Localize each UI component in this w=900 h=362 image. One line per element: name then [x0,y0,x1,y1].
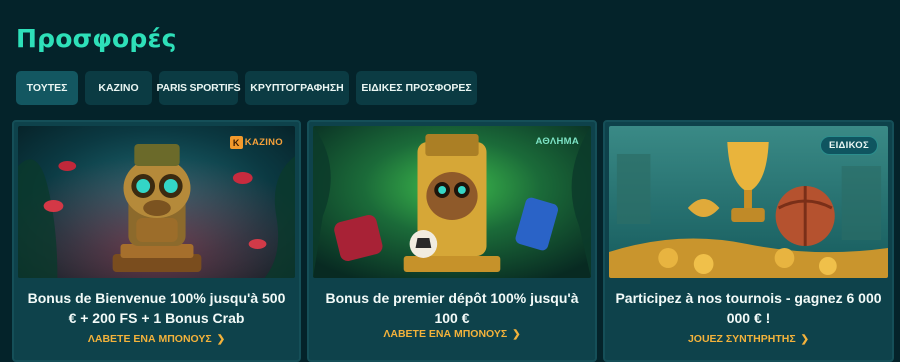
offer-title: Bonus de Bienvenue 100% jusqu'à 500 € + … [27,290,286,326]
tab-special-offers[interactable]: ΕΙΔΙΚΕΣ ΠΡΟΣΦΟΡΕΣ [356,71,477,105]
chevron-right-icon: ❯ [800,333,810,345]
play-tournament-link[interactable]: JOUEZ ΣΥΝΤΗΡΗΤΗΣ ❯ [605,329,892,349]
chevron-right-icon: ❯ [512,328,521,340]
chevron-right-icon: ❯ [216,333,226,345]
category-badge: K ΚΑΖΙΝΟ [229,136,283,149]
tab-crypto[interactable]: ΚΡΥΠΤΟΓΡΑΦΗΣΗ [245,71,349,105]
tab-casino[interactable]: ΚΑΖΙΝΟ [85,71,152,105]
promo-category-tabs: ΤΟΥΤΕΣ ΚΑΖΙΝΟ PARIS SPORTIFS ΚΡΥΠΤΟΓΡΑΦΗ… [16,71,477,105]
promo-card-casino[interactable]: K ΚΑΖΙΝΟ Bonus de Bienvenue 100% jusqu'à… [12,120,301,362]
category-badge: ΑΘΛΗΜΑ [535,136,579,147]
page-title: Προσφορές [16,24,177,53]
tab-all[interactable]: ΤΟΥΤΕΣ [16,71,78,105]
casino-k-icon: K [229,136,243,149]
offer-title: Participez à nos tournois - gagnez 6 000… [615,290,882,326]
claim-bonus-link[interactable]: ΛΑΒΕΤΕ ΕΝΑ ΜΠΟΝΟΥΣ ❯ [14,329,299,349]
tab-sports[interactable]: PARIS SPORTIFS [157,71,241,105]
promo-card-special[interactable]: ΕΙΔΙΚΟΣ Participez à nos tournois - gagn… [603,120,894,362]
promo-card-sports[interactable]: ΑΘΛΗΜΑ Bonus de premier dépôt 100% jusqu… [307,120,597,362]
category-badge: ΕΙΔΙΚΟΣ [819,136,878,155]
claim-bonus-link[interactable]: ΛΑΒΕΤΕ ΕΝΑ ΜΠΟΝΟΥΣ ❯ [309,324,595,344]
monkey-idol-football-image [313,126,591,278]
offer-title: Bonus de premier dépôt 100% jusqu'à 100 … [325,290,579,326]
promo-cards: K ΚΑΖΙΝΟ Bonus de Bienvenue 100% jusqu'à… [12,120,894,362]
